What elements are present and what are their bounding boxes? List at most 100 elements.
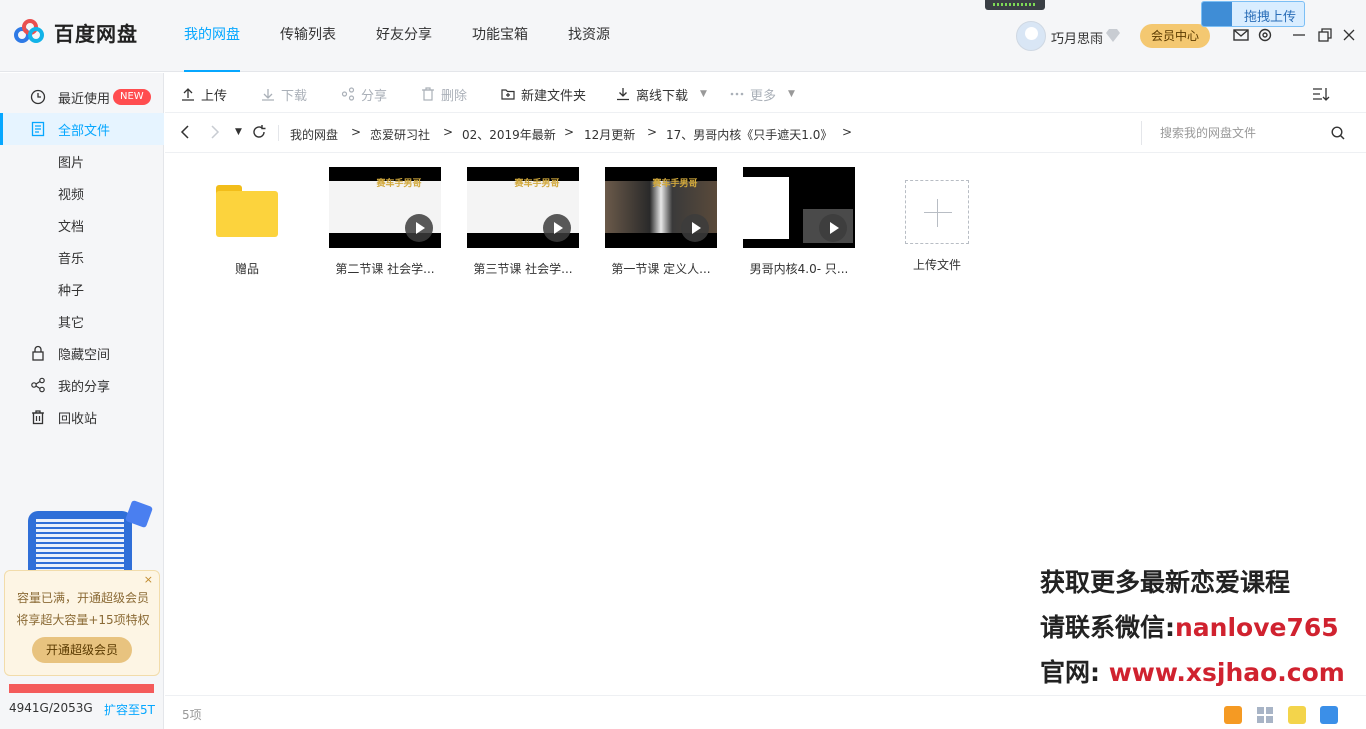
file-item-video[interactable]: 赛车手男哥 第二节课 社会学... [329, 167, 441, 277]
breadcrumb-item-2[interactable]: 02、2019年最新 [462, 126, 556, 143]
speed-widget[interactable] [985, 0, 1045, 10]
offline-download-icon [617, 88, 629, 101]
refresh-icon[interactable] [251, 124, 267, 140]
forward-arrow-icon[interactable] [209, 124, 221, 140]
sidebar-item-images[interactable]: 图片 [0, 145, 164, 177]
nav-friend-share[interactable]: 好友分享 [376, 0, 432, 72]
sort-icon[interactable] [1312, 85, 1330, 103]
breadcrumb-item-1[interactable]: 恋爱研习社 [370, 126, 430, 143]
app-logo[interactable]: 百度网盘 [14, 18, 138, 47]
share-button[interactable]: 分享 [341, 85, 387, 104]
share-icon [31, 377, 45, 393]
close-icon[interactable]: × [144, 573, 153, 586]
vip-center-button[interactable]: 会员中心 [1140, 24, 1210, 48]
open-svip-button[interactable]: 开通超级会员 [32, 637, 132, 663]
sidebar-item-videos[interactable]: 视频 [0, 177, 164, 209]
close-icon[interactable] [1340, 26, 1358, 44]
breadcrumb: ▼ 我的网盘 > 恋爱研习社 > 02、2019年最新 > 12月更新 > 17… [165, 113, 1366, 153]
file-item-video[interactable]: 赛车手男哥 第三节课 社会学... [467, 167, 579, 277]
upload-file-label[interactable]: 上传文件 [881, 256, 993, 273]
nav-my-disk[interactable]: 我的网盘 [184, 0, 240, 72]
file-item-video[interactable]: 男哥内核4.0- 只... [743, 167, 855, 277]
video-thumbnail: 赛车手男哥 [467, 167, 579, 248]
status-bar: 5项 [165, 695, 1366, 729]
nav-find-resources[interactable]: 找资源 [568, 0, 610, 72]
sidebar-item-label: 回收站 [58, 411, 98, 427]
sidebar-item-label: 全部文件 [58, 123, 111, 139]
breadcrumb-item-my-disk[interactable]: 我的网盘 [290, 126, 338, 143]
new-badge: NEW [113, 89, 151, 105]
sidebar-item-all-files[interactable]: 全部文件 [0, 113, 164, 145]
sidebar-item-label: 文档 [58, 219, 85, 235]
restore-icon[interactable] [1316, 26, 1334, 44]
medal-icon[interactable] [1224, 706, 1242, 724]
lock-icon [32, 345, 44, 361]
sidebar-item-documents[interactable]: 文档 [0, 209, 164, 241]
breadcrumb-item-current[interactable]: 17、男哥内核《只手遮天1.0》 [666, 126, 832, 143]
watermark-line-1: 获取更多最新恋爱课程 [1040, 568, 1291, 597]
sidebar-item-recent[interactable]: 最近使用 NEW [0, 81, 164, 113]
breadcrumb-item-3[interactable]: 12月更新 [584, 126, 635, 143]
file-item-video[interactable]: 赛车手男哥 第一节课 定义人... [605, 167, 717, 277]
video-thumbnail: 赛车手男哥 [605, 167, 717, 248]
chevron-down-icon: ▼ [700, 89, 707, 99]
play-icon [681, 214, 709, 242]
sidebar-item-label: 图片 [58, 155, 85, 171]
gear-icon[interactable] [1256, 26, 1274, 44]
sidebar-item-label: 音乐 [58, 251, 85, 267]
expand-capacity-link[interactable]: 扩容至5T [104, 701, 155, 718]
search-icon[interactable] [1330, 125, 1346, 141]
watermark-line-3: 官网: www.xsjhao.com [1040, 658, 1345, 687]
app-name: 百度网盘 [54, 22, 138, 46]
nav-transfer-list[interactable]: 传输列表 [280, 0, 336, 72]
play-icon [405, 214, 433, 242]
sidebar-item-music[interactable]: 音乐 [0, 241, 164, 273]
lock-icon[interactable] [1320, 706, 1338, 724]
new-folder-button[interactable]: 新建文件夹 [501, 85, 586, 104]
sidebar-item-my-shares[interactable]: 我的分享 [0, 369, 164, 401]
sidebar-item-others[interactable]: 其它 [0, 305, 164, 337]
quota-bar [9, 684, 154, 693]
share-icon [341, 87, 355, 101]
thumbnail-title: 赛车手男哥 [376, 179, 422, 189]
download-button[interactable]: 下载 [261, 85, 307, 104]
upload-file-tile[interactable] [905, 180, 969, 244]
sidebar-item-recycle-bin[interactable]: 回收站 [0, 401, 164, 433]
play-icon [543, 214, 571, 242]
more-button[interactable]: 更多 ▼ [730, 85, 795, 104]
offline-download-button[interactable]: 离线下载 ▼ [616, 85, 707, 104]
avatar[interactable] [1016, 21, 1046, 51]
baidu-cloud-logo-icon [14, 18, 46, 47]
diamond-icon[interactable] [1105, 29, 1121, 42]
trash-icon [32, 410, 44, 425]
thumbnail-title: 赛车手男哥 [652, 179, 698, 189]
apps-grid-icon[interactable] [1256, 706, 1274, 724]
file-name: 第二节课 社会学... [335, 262, 435, 276]
folder-icon [216, 185, 278, 237]
play-icon [819, 214, 847, 242]
cloud-icon [1202, 2, 1232, 26]
sidebar-item-hidden-space[interactable]: 隐藏空间 [0, 337, 164, 369]
file-name: 第三节课 社会学... [473, 262, 573, 276]
sidebar: 最近使用 NEW 全部文件 图片 视频 文档 音乐 种子 其它 隐藏空间 我的分… [0, 73, 164, 729]
top-bar: 百度网盘 我的网盘 传输列表 好友分享 功能宝箱 找资源 巧月思雨 会员中心 拖… [0, 0, 1366, 72]
minimize-icon[interactable] [1290, 26, 1308, 44]
back-arrow-icon[interactable] [179, 124, 191, 140]
sidebar-item-label: 种子 [58, 283, 85, 299]
drag-upload-button[interactable]: 拖拽上传 [1201, 1, 1305, 27]
thumbnail-title: 赛车手男哥 [514, 179, 560, 189]
download-icon [262, 89, 274, 101]
mail-icon[interactable] [1232, 26, 1250, 44]
nav-toolbox[interactable]: 功能宝箱 [472, 0, 528, 72]
upload-button[interactable]: 上传 [181, 85, 227, 104]
sidebar-item-label: 其它 [58, 315, 85, 331]
search-input[interactable] [1160, 125, 1330, 141]
chevron-down-icon: ▼ [788, 89, 795, 99]
history-dropdown-icon[interactable]: ▼ [235, 127, 242, 137]
watermark-line-2: 请联系微信:nanlove765 [1040, 613, 1339, 642]
delete-button[interactable]: 删除 [421, 85, 467, 104]
upload-box-icon[interactable] [1288, 706, 1306, 724]
sidebar-item-label: 隐藏空间 [58, 347, 111, 363]
sidebar-item-torrents[interactable]: 种子 [0, 273, 164, 305]
username[interactable]: 巧月思雨 [1051, 28, 1103, 47]
